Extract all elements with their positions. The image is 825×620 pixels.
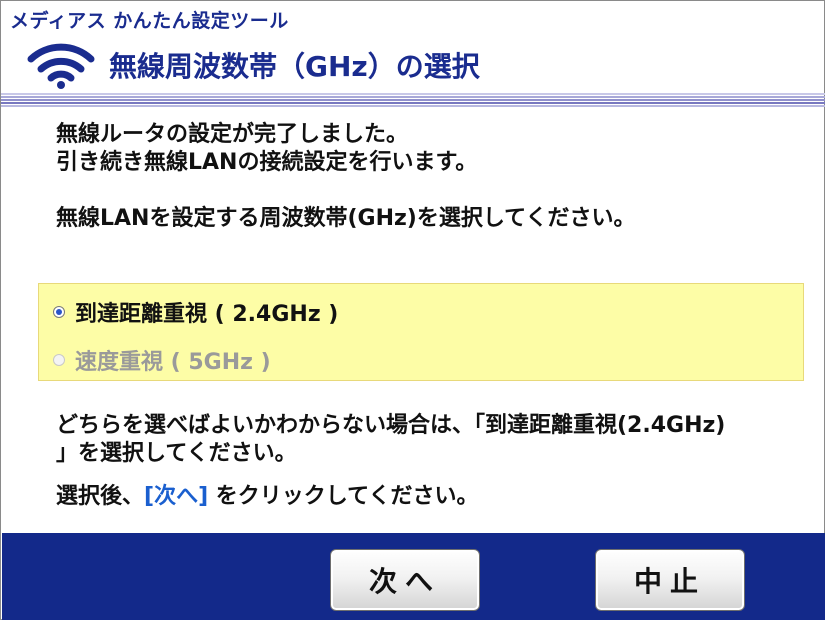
prompt-text: 無線LANを設定する周波数帯(GHz)を選択してください。 <box>56 206 636 231</box>
radio-5ghz <box>53 354 65 366</box>
help-note-line-1: どちらを選べばよいかわからない場合は、「到達距離重視(2.4GHz) <box>56 413 726 438</box>
help-note: どちらを選べばよいかわからない場合は、「到達距離重視(2.4GHz) 」を選択し… <box>56 412 725 468</box>
option-2-4ghz-label[interactable]: 到達距離重視 ( 2.4GHz ) <box>75 296 338 328</box>
cancel-button[interactable]: 中止 <box>595 549 745 611</box>
status-line-2: 引き続き無線LANの接続設定を行います。 <box>56 150 478 175</box>
instruction-prefix: 選択後、 <box>56 484 145 509</box>
frequency-options: 到達距離重視 ( 2.4GHz ) 速度重視 ( 5GHz ) <box>38 283 804 381</box>
next-reference: [次へ] <box>144 484 209 509</box>
option-2-4ghz[interactable]: 到達距離重視 ( 2.4GHz ) <box>53 296 338 328</box>
help-note-line-2: 」を選択してください。 <box>56 441 297 466</box>
instruction-suffix: をクリックしてください。 <box>208 484 479 509</box>
option-5ghz: 速度重視 ( 5GHz ) <box>53 344 271 376</box>
option-5ghz-label: 速度重視 ( 5GHz ) <box>75 350 271 375</box>
next-button[interactable]: 次へ <box>330 549 480 611</box>
status-line-1: 無線ルータの設定が完了しました。 <box>56 122 409 147</box>
radio-2-4ghz[interactable] <box>53 306 65 318</box>
app-title: メディアス かんたん設定ツール <box>10 10 289 32</box>
title-divider <box>1 93 825 109</box>
instruction-text: 選択後、[次へ] をクリックしてください。 <box>56 478 478 510</box>
app-window: メディアス かんたん設定ツール 無線周波数帯（GHz）の選択 無線ルータの設定が… <box>0 0 825 620</box>
status-message: 無線ルータの設定が完了しました。 引き続き無線LANの接続設定を行います。 <box>56 121 477 177</box>
page-title: 無線周波数帯（GHz）の選択 <box>109 50 480 83</box>
wifi-icon <box>27 43 95 89</box>
